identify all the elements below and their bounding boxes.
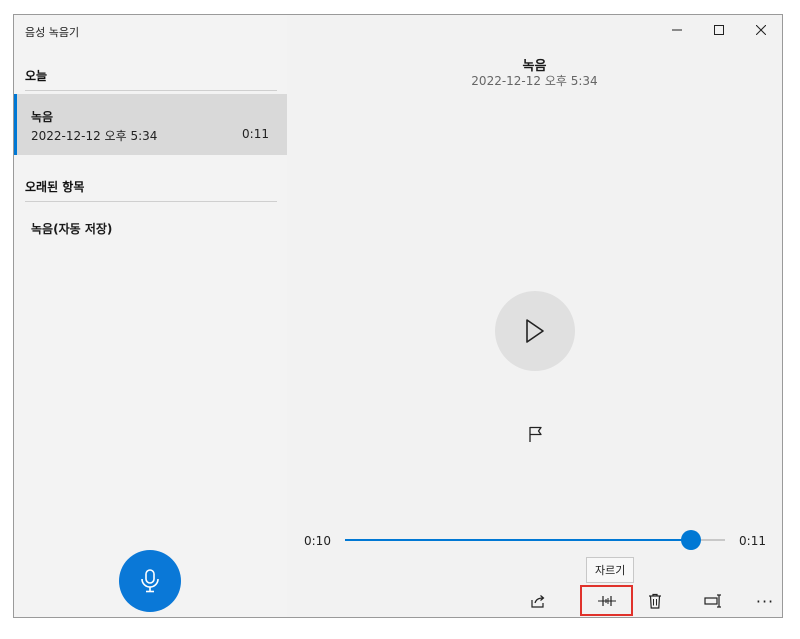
play-icon xyxy=(526,319,544,343)
flag-icon xyxy=(529,426,542,442)
app-title: 음성 녹음기 xyxy=(25,26,80,39)
maximize-icon xyxy=(714,25,724,35)
microphone-icon xyxy=(141,569,159,593)
more-options-button[interactable]: ··· xyxy=(748,587,782,615)
recording-date: 2022-12-12 오후 5:34 xyxy=(31,129,158,143)
add-marker-button[interactable] xyxy=(527,425,545,443)
seek-thumb[interactable] xyxy=(680,530,701,550)
recording-list-item-selected[interactable]: 녹음 2022-12-12 오후 5:34 0:11 xyxy=(14,94,287,155)
minimize-button[interactable] xyxy=(656,15,698,45)
trim-button[interactable] xyxy=(580,585,633,616)
player-pane: 녹음 2022-12-12 오후 5:34 0:10 0:11 자르기 ··· xyxy=(287,15,782,617)
rename-icon xyxy=(704,594,721,608)
command-bar: ··· xyxy=(287,583,782,617)
share-icon xyxy=(531,595,545,608)
seek-slider[interactable] xyxy=(345,530,725,550)
window-controls xyxy=(656,15,782,45)
maximize-button[interactable] xyxy=(698,15,740,45)
voice-recorder-window: 음성 녹음기 오늘 녹음 2022-12-12 오후 5:34 0:11 오래된… xyxy=(13,14,783,618)
recording-name: 녹음 xyxy=(31,110,54,124)
close-icon xyxy=(756,25,766,35)
delete-button[interactable] xyxy=(638,587,672,615)
rename-button[interactable] xyxy=(696,587,730,615)
play-button[interactable] xyxy=(495,291,575,371)
selection-indicator xyxy=(14,94,17,155)
share-button[interactable] xyxy=(521,587,555,615)
record-button[interactable] xyxy=(119,550,181,612)
trim-tooltip: 자르기 xyxy=(586,557,635,583)
current-time: 0:10 xyxy=(304,534,331,548)
recording-timestamp: 2022-12-12 오후 5:34 xyxy=(471,74,598,88)
group-header-today: 오늘 xyxy=(25,67,277,91)
recording-list-item[interactable]: 녹음(자동 저장) xyxy=(31,220,112,237)
delete-icon xyxy=(649,593,661,609)
recording-duration: 0:11 xyxy=(242,127,269,141)
more-icon: ··· xyxy=(755,591,775,611)
total-time: 0:11 xyxy=(739,534,766,548)
seek-progress xyxy=(345,539,691,541)
group-header-older: 오래된 항목 xyxy=(25,178,277,202)
close-button[interactable] xyxy=(740,15,782,45)
sidebar: 음성 녹음기 오늘 녹음 2022-12-12 오후 5:34 0:11 오래된… xyxy=(14,15,287,617)
trim-icon xyxy=(597,595,616,606)
minimize-icon xyxy=(672,29,682,31)
